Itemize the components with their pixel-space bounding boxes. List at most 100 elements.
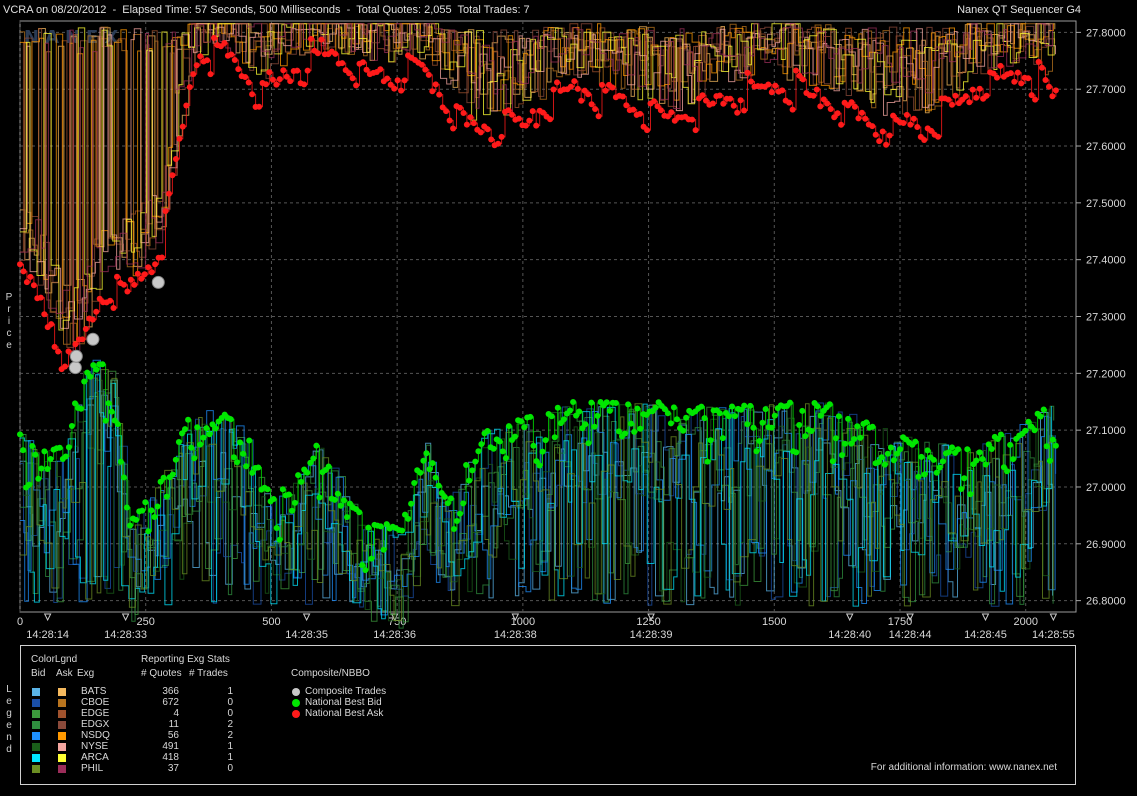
best-ask-point <box>1052 87 1059 94</box>
best-bid-point <box>206 431 213 438</box>
exchange-trades: 1 <box>227 686 233 697</box>
time-label: 14:28:35 <box>285 629 328 641</box>
best-ask-point <box>204 57 211 64</box>
best-ask-point <box>318 36 325 43</box>
best-ask-point <box>141 271 148 278</box>
best-bid-point <box>102 417 109 424</box>
best-bid-point <box>839 452 845 459</box>
best-bid-point <box>484 428 491 434</box>
best-ask-point <box>554 79 560 86</box>
x-tick-label: 1500 <box>762 616 786 628</box>
exchange-name: EDGX <box>81 719 110 730</box>
best-ask-point <box>110 305 117 311</box>
best-bid-point <box>802 433 809 440</box>
best-bid-point <box>1031 427 1038 434</box>
best-bid-point <box>887 444 894 451</box>
exchange-trades: 2 <box>227 719 233 730</box>
best-bid-point <box>325 463 332 470</box>
price-axis-letter: c <box>6 328 12 339</box>
exchange-name: NYSE <box>81 741 109 752</box>
best-bid-point <box>505 423 512 430</box>
best-bid-point <box>362 567 369 574</box>
best-bid-point <box>854 423 861 430</box>
exchange-quotes: 56 <box>167 730 179 741</box>
best-bid-point <box>212 425 219 432</box>
best-bid-point <box>576 408 583 415</box>
best-ask-point <box>838 121 845 128</box>
best-bid-point <box>151 514 158 520</box>
best-bid-point <box>298 478 305 485</box>
best-ask-point <box>269 76 276 83</box>
bid-color-swatch <box>32 721 40 729</box>
best-bid-point <box>897 446 903 453</box>
best-bid-point <box>35 475 42 482</box>
best-bid-point <box>417 469 424 476</box>
best-ask-point <box>571 78 578 85</box>
best-bid-point <box>704 458 711 465</box>
best-bid-point <box>1007 441 1014 448</box>
best-bid-point <box>832 435 839 442</box>
col-ask: Ask <box>56 668 73 679</box>
exchange-trades: 1 <box>227 752 233 763</box>
best-bid-point <box>1040 406 1047 413</box>
best-ask-point <box>23 279 30 286</box>
price-axis-letter: i <box>7 316 11 327</box>
best-bid-point <box>41 448 48 455</box>
best-ask-point <box>89 316 96 323</box>
best-ask-point <box>515 115 522 122</box>
best-bid-point <box>933 469 940 476</box>
best-bid-point <box>851 436 858 442</box>
composite-title: Composite/NBBO <box>291 668 370 679</box>
price-chart: 27.8000 27.7000 27.6000 27.5000 27.4000 27.30… <box>17 20 1126 641</box>
best-bid-point <box>264 486 271 493</box>
best-ask-point <box>152 261 159 268</box>
time-marker <box>302 613 311 622</box>
best-ask-point <box>1014 69 1021 76</box>
time-label: 14:28:55 <box>1032 629 1075 641</box>
best-bid-point <box>1043 443 1050 450</box>
best-ask-point <box>169 172 176 179</box>
best-ask-point <box>716 92 723 99</box>
best-ask-point <box>744 69 751 76</box>
best-ask-point <box>249 91 256 98</box>
best-ask-point <box>273 81 280 88</box>
best-ask-point <box>30 282 37 289</box>
best-bid-point <box>930 456 937 463</box>
best-bid-point <box>1046 457 1053 464</box>
best-bid-point <box>44 466 51 472</box>
x-tick-label: 250 <box>137 616 155 628</box>
best-ask-point <box>779 87 786 94</box>
best-bid-point <box>182 426 188 433</box>
best-bid-point <box>631 428 638 435</box>
best-ask-point <box>346 70 353 77</box>
best-bid-point <box>240 450 247 457</box>
best-bid-point <box>316 494 323 501</box>
best-ask-point <box>609 84 616 91</box>
best-bid-point <box>594 412 601 419</box>
best-ask-point <box>197 53 204 60</box>
best-bid-point <box>530 442 537 449</box>
best-ask-point <box>263 81 269 88</box>
best-ask-point <box>384 75 391 82</box>
best-bid-point <box>292 499 298 506</box>
best-bid-point <box>973 457 980 464</box>
best-bid-point <box>344 514 350 521</box>
best-ask-point <box>851 103 858 110</box>
best-ask-point <box>488 136 495 143</box>
best-ask-point <box>592 106 599 112</box>
best-ask-point <box>107 297 114 304</box>
best-bid-point <box>139 507 146 514</box>
best-ask-point <box>495 140 502 147</box>
best-ask-point <box>921 137 928 143</box>
best-bid-point <box>331 496 338 503</box>
best-ask-point <box>221 40 228 46</box>
best-bid-point <box>105 400 112 407</box>
best-bid-point <box>857 434 864 441</box>
best-ask-point <box>477 129 484 136</box>
best-bid-point <box>188 444 195 451</box>
best-ask-point <box>166 190 172 197</box>
col-trades: # Trades <box>189 668 228 679</box>
exchange-quotes: 672 <box>162 697 179 708</box>
footer-link[interactable]: For additional information: www.nanex.ne… <box>871 762 1057 773</box>
time-label: 14:28:44 <box>889 629 932 641</box>
